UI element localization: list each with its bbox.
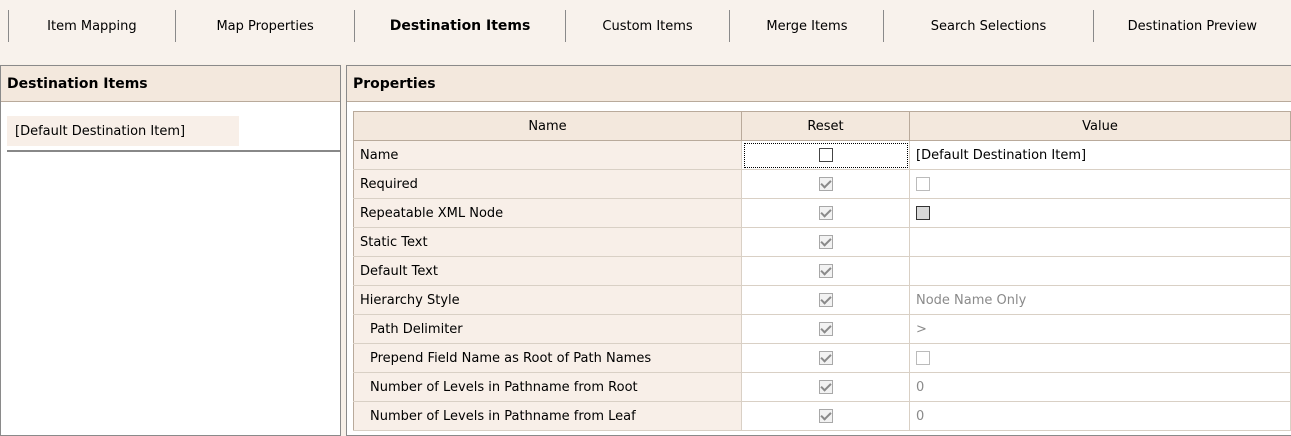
reset-cell[interactable]	[741, 343, 910, 373]
property-row[interactable]: Required	[353, 169, 1291, 199]
reset-checkbox[interactable]	[818, 148, 833, 162]
reset-checkbox[interactable]	[818, 264, 833, 278]
destination-items-pane: Destination Items [Default Destination I…	[0, 65, 341, 436]
value-checkbox[interactable]	[916, 351, 930, 365]
value-cell[interactable]	[909, 343, 1291, 373]
property-row[interactable]: Default Text	[353, 256, 1291, 286]
reset-cell[interactable]	[741, 140, 910, 170]
column-header-name[interactable]: Name	[353, 111, 742, 141]
value-cell[interactable]	[909, 198, 1291, 228]
reset-checkbox[interactable]	[818, 409, 833, 423]
reset-cell[interactable]	[741, 401, 910, 431]
value-field[interactable]: [Default Destination Item]	[909, 140, 1291, 170]
reset-cell[interactable]	[741, 285, 910, 315]
property-row[interactable]: Number of Levels in Pathname from Root 0	[353, 372, 1291, 402]
property-row[interactable]: Repeatable XML Node	[353, 198, 1291, 228]
reset-cell[interactable]	[741, 227, 910, 257]
list-separator	[7, 150, 341, 152]
reset-cell[interactable]	[741, 169, 910, 199]
tab-search-selections[interactable]: Search Selections	[883, 10, 1094, 42]
tab-destination-items[interactable]: Destination Items	[354, 10, 566, 42]
property-row[interactable]: Number of Levels in Pathname from Leaf 0	[353, 401, 1291, 431]
reset-cell[interactable]	[741, 314, 910, 344]
tab-destination-preview[interactable]: Destination Preview	[1092, 10, 1291, 42]
reset-checkbox[interactable]	[818, 380, 833, 394]
reset-checkbox[interactable]	[818, 206, 833, 220]
reset-cell[interactable]	[741, 256, 910, 286]
value-field[interactable]: Node Name Only	[909, 285, 1291, 315]
properties-pane: Properties Name Reset Value Name [Defaul…	[346, 65, 1291, 436]
value-field[interactable]: 0	[909, 401, 1291, 431]
property-name: Hierarchy Style	[353, 285, 742, 315]
property-name: Number of Levels in Pathname from Leaf	[353, 401, 742, 431]
property-row[interactable]: Path Delimiter >	[353, 314, 1291, 344]
tab-bar: Item Mapping Map Properties Destination …	[0, 0, 1291, 64]
property-row[interactable]: Static Text	[353, 227, 1291, 257]
value-checkbox[interactable]	[916, 177, 930, 191]
property-row[interactable]: Prepend Field Name as Root of Path Names	[353, 343, 1291, 373]
destination-items-header: Destination Items	[1, 66, 340, 102]
property-name: Number of Levels in Pathname from Root	[353, 372, 742, 402]
tab-merge-items[interactable]: Merge Items	[729, 10, 885, 42]
property-name: Required	[353, 169, 742, 199]
value-field[interactable]	[909, 256, 1291, 286]
property-row[interactable]: Name [Default Destination Item]	[353, 140, 1291, 170]
property-name: Repeatable XML Node	[353, 198, 742, 228]
property-name: Name	[353, 140, 742, 170]
value-field[interactable]: 0	[909, 372, 1291, 402]
property-name: Static Text	[353, 227, 742, 257]
property-row[interactable]: Hierarchy Style Node Name Only	[353, 285, 1291, 315]
reset-cell[interactable]	[741, 198, 910, 228]
tab-strip: Item Mapping Map Properties Destination …	[8, 10, 1291, 42]
reset-checkbox[interactable]	[818, 293, 833, 307]
column-header-reset[interactable]: Reset	[741, 111, 910, 141]
properties-grid: Name Reset Value Name [Default Destinati…	[353, 111, 1291, 431]
value-field[interactable]	[909, 227, 1291, 257]
value-cell[interactable]	[909, 169, 1291, 199]
reset-checkbox[interactable]	[818, 235, 833, 249]
property-name: Prepend Field Name as Root of Path Names	[353, 343, 742, 373]
list-item-default-destination[interactable]: [Default Destination Item]	[7, 116, 239, 146]
tab-item-mapping[interactable]: Item Mapping	[8, 10, 176, 42]
column-header-value[interactable]: Value	[909, 111, 1291, 141]
property-name: Path Delimiter	[353, 314, 742, 344]
tab-custom-items[interactable]: Custom Items	[564, 10, 731, 42]
property-name: Default Text	[353, 256, 742, 286]
tab-map-properties[interactable]: Map Properties	[174, 10, 356, 42]
reset-checkbox[interactable]	[818, 322, 833, 336]
reset-checkbox[interactable]	[818, 177, 833, 191]
value-checkbox[interactable]	[916, 206, 930, 220]
reset-checkbox[interactable]	[818, 351, 833, 365]
value-field[interactable]: >	[909, 314, 1291, 344]
properties-header: Properties	[347, 66, 1291, 102]
reset-cell[interactable]	[741, 372, 910, 402]
